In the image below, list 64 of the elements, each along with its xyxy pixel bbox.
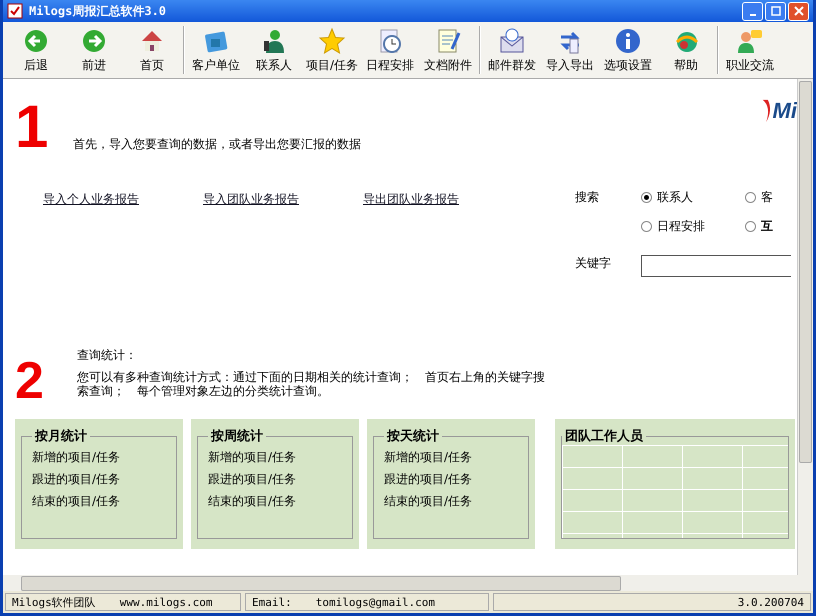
maximize-icon <box>770 6 780 16</box>
report-link[interactable]: 导入团队业务报告 <box>203 191 299 207</box>
toolbar-button[interactable]: 前进 <box>65 24 123 76</box>
toolbar-button[interactable]: 导入导出 <box>541 24 600 76</box>
radio-button[interactable] <box>745 192 756 203</box>
toolbar-button[interactable]: 日程安排 <box>361 24 420 76</box>
website-text: www.milogs.com <box>120 596 212 608</box>
toolbar-button[interactable]: 职业交流 <box>721 24 780 76</box>
description-text: 您可以有多种查询统计方式：通过下面的日期相关的统计查询； 首页右上角的关键字搜索查询； 每个管理对象左边的分类统计查询。 <box>77 370 546 398</box>
group-title: 团队工作人员 <box>564 428 644 445</box>
keyword-input-field[interactable] <box>641 255 791 277</box>
group-title: 按天统计 <box>386 428 440 445</box>
section-title: 查询统计： <box>77 347 138 364</box>
horizontal-scrollbar[interactable] <box>3 575 813 591</box>
stats-link[interactable]: 跟进的项目/任务 <box>32 471 166 488</box>
toolbar-button[interactable]: 联系人 <box>245 24 303 76</box>
stats-link[interactable]: 结束的项目/任务 <box>208 493 342 510</box>
radio-button[interactable] <box>745 221 756 232</box>
report-link[interactable]: 导出团队业务报告 <box>363 191 459 207</box>
vertical-scrollbar[interactable] <box>797 79 813 575</box>
stats-link[interactable]: 跟进的项目/任务 <box>208 471 342 488</box>
minimize-button[interactable] <box>742 2 763 20</box>
report-link[interactable]: 导入个人业务报告 <box>43 191 139 207</box>
toolbar-button[interactable]: 后退 <box>7 24 65 76</box>
close-button[interactable] <box>788 2 809 20</box>
stats-link[interactable]: 新增的项目/任务 <box>208 449 342 466</box>
close-icon <box>794 6 804 16</box>
stats-link[interactable]: 新增的项目/任务 <box>32 449 166 466</box>
search-label: 搜索 <box>575 189 600 206</box>
stats-link[interactable]: 新增的项目/任务 <box>384 449 518 466</box>
radio-option[interactable]: 日程安排 <box>641 218 745 235</box>
step-number: 2 <box>15 355 45 407</box>
radio-option[interactable]: 客 <box>745 189 785 206</box>
version-text: 3.0.200704 <box>738 596 804 608</box>
checkbox-app-icon <box>7 3 23 19</box>
status-text: Milogs软件团队 <box>12 594 96 610</box>
radio-button[interactable] <box>641 192 652 203</box>
logo: Mi <box>760 97 797 125</box>
envelope-icon <box>498 26 526 54</box>
email-text: tomilogs@gmail.com <box>316 596 435 608</box>
instruction-text: 首先，导入您要查询的数据，或者导出您要汇报的数据 <box>73 136 361 153</box>
toolbar-button[interactable]: 项目/任务 <box>303 24 362 76</box>
toolbar-button[interactable]: 首页 <box>123 24 181 76</box>
toolbar-button[interactable]: 文档附件 <box>419 24 478 76</box>
radio-option[interactable]: 互 <box>745 218 785 235</box>
star-icon <box>318 26 346 54</box>
toolbar-button[interactable]: 帮助 <box>657 24 716 76</box>
radio-option[interactable]: 联系人 <box>641 189 745 206</box>
keyword-label: 关键字 <box>575 255 612 272</box>
email-label: Email: <box>252 596 292 608</box>
stats-link[interactable]: 结束的项目/任务 <box>32 493 166 510</box>
window-title: Milogs周报汇总软件3.0 <box>29 2 166 20</box>
stats-link[interactable]: 跟进的项目/任务 <box>384 471 518 488</box>
info-icon <box>614 26 642 54</box>
stats-link[interactable]: 结束的项目/任务 <box>384 493 518 510</box>
group-title: 按周统计 <box>210 428 264 445</box>
step-number: 1 <box>15 97 50 157</box>
toolbar-button[interactable]: 邮件群发 <box>483 24 542 76</box>
maximize-button[interactable] <box>765 2 786 20</box>
group-title: 按月统计 <box>34 428 88 445</box>
radio-button[interactable] <box>641 221 652 232</box>
toolbar-button[interactable]: 客户单位 <box>187 24 245 76</box>
toolbar-button[interactable]: 选项设置 <box>599 24 658 76</box>
minimize-icon <box>750 14 756 16</box>
